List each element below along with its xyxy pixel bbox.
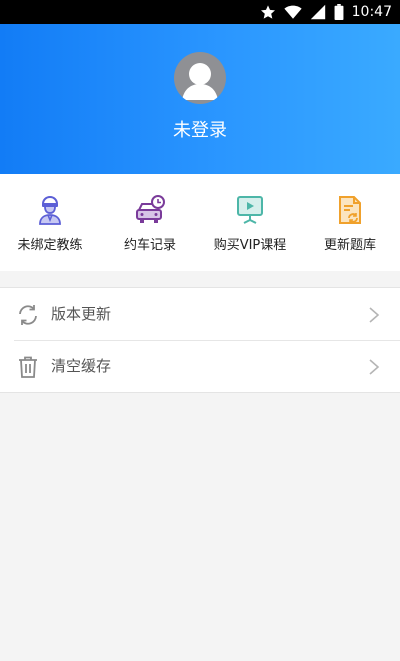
chevron-right-icon: [369, 307, 380, 323]
shortcut-booking-records[interactable]: 约车记录: [100, 174, 200, 271]
shortcut-row: 未绑定教练 约车记录 购买VIP课程 更新题库: [0, 174, 400, 271]
shortcut-buy-vip-course-label: 购买VIP课程: [213, 238, 287, 253]
shortcut-update-question-bank[interactable]: 更新题库: [300, 174, 400, 271]
document-refresh-icon: [339, 196, 361, 224]
clear-cache-label: 清空缓存: [51, 357, 112, 375]
settings-list: 版本更新 清空缓存: [0, 287, 400, 393]
avatar[interactable]: [174, 52, 226, 104]
signal-icon: [310, 4, 325, 20]
status-icons: 10:47: [260, 0, 392, 24]
version-update-label: 版本更新: [51, 305, 112, 323]
video-lesson-icon: [237, 196, 263, 224]
shortcut-coach[interactable]: 未绑定教练: [0, 174, 100, 271]
shortcut-buy-vip-course[interactable]: 购买VIP课程: [200, 174, 300, 271]
profile-header: 未登录: [0, 24, 400, 174]
default-avatar-icon: [182, 63, 218, 100]
star-icon: [260, 5, 275, 19]
login-status-label[interactable]: 未登录: [0, 116, 400, 142]
shortcut-booking-records-label: 约车记录: [123, 238, 176, 253]
battery-icon: [334, 4, 344, 20]
trash-icon: [19, 356, 37, 378]
shortcut-coach-label: 未绑定教练: [17, 238, 83, 253]
car-clock-icon: [136, 195, 165, 223]
status-bar: 10:47: [0, 0, 400, 24]
coach-icon: [39, 195, 61, 225]
chevron-right-icon: [369, 359, 380, 375]
list-item-clear-cache[interactable]: 清空缓存: [0, 340, 400, 392]
wifi-icon: [284, 5, 302, 19]
shortcut-update-question-bank-label: 更新题库: [323, 238, 376, 253]
list-item-version-update[interactable]: 版本更新: [0, 288, 400, 340]
status-time: 10:47: [351, 4, 392, 20]
refresh-icon: [19, 305, 37, 325]
